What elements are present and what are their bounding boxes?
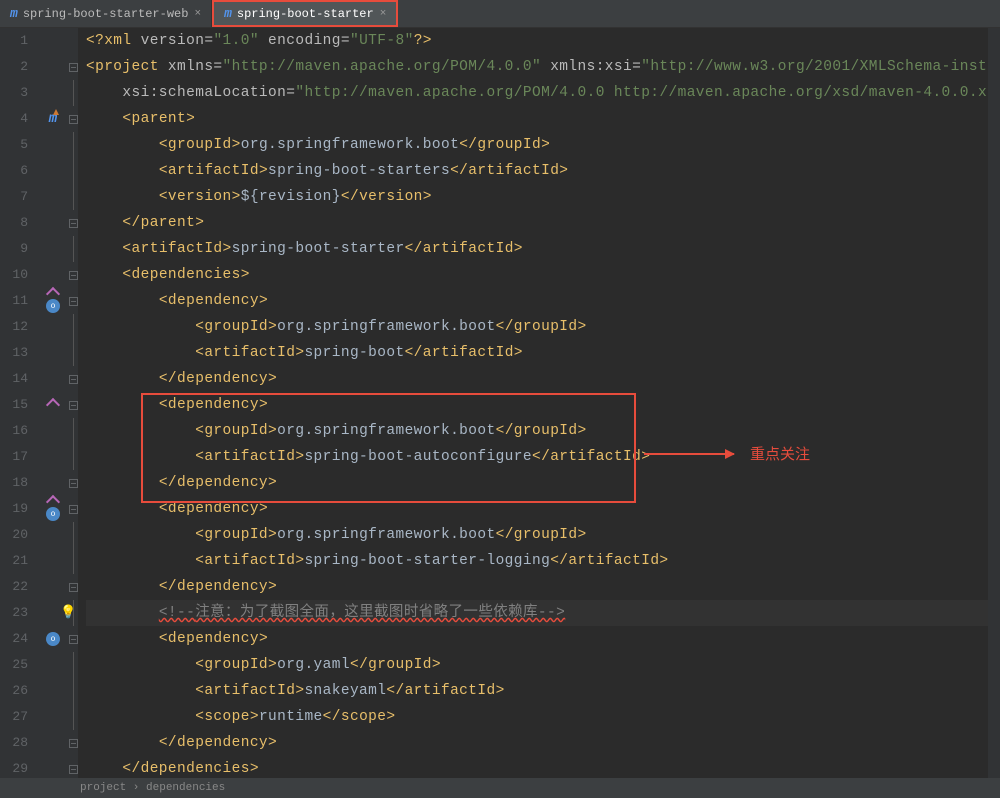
- code-line: <artifactId>spring-boot-autoconfigure</a…: [86, 444, 1000, 470]
- override-icon[interactable]: o: [46, 632, 60, 646]
- override-icon[interactable]: o: [46, 507, 60, 521]
- code-line: <?xml version="1.0" encoding="UTF-8"?>: [86, 28, 1000, 54]
- close-icon[interactable]: ×: [380, 8, 387, 20]
- marker-track[interactable]: [988, 28, 1000, 778]
- fold-toggle[interactable]: [69, 401, 78, 410]
- fold-toggle[interactable]: [69, 63, 78, 72]
- code-line: </dependency>: [86, 574, 1000, 600]
- code-content[interactable]: <?xml version="1.0" encoding="UTF-8"?> <…: [78, 28, 1000, 778]
- code-line: <project xmlns="http://maven.apache.org/…: [86, 54, 1000, 80]
- code-line: <dependencies>: [86, 262, 1000, 288]
- code-line: <parent>: [86, 106, 1000, 132]
- bulb-icon[interactable]: 💡: [60, 600, 77, 626]
- tab-label: spring-boot-starter: [237, 7, 374, 21]
- override-icon[interactable]: o: [46, 299, 60, 313]
- code-line: <artifactId>spring-boot-starters</artifa…: [86, 158, 1000, 184]
- close-icon[interactable]: ×: [194, 8, 201, 20]
- fold-toggle[interactable]: [69, 739, 78, 748]
- code-line: 💡 <!--注意：为了截图全面，这里截图时省略了一些依赖库-->: [86, 600, 1000, 626]
- gutter-icons: m o o o: [38, 28, 68, 778]
- code-line: </dependency>: [86, 366, 1000, 392]
- fold-toggle[interactable]: [69, 375, 78, 384]
- maven-icon: m: [10, 6, 18, 21]
- code-line: <artifactId>spring-boot-starter-logging<…: [86, 548, 1000, 574]
- code-line: <version>${revision}</version>: [86, 184, 1000, 210]
- tab-spring-boot-starter[interactable]: m spring-boot-starter ×: [212, 0, 398, 27]
- code-line: <dependency>: [86, 496, 1000, 522]
- code-line: <artifactId>spring-boot</artifactId>: [86, 340, 1000, 366]
- code-line: <groupId>org.springframework.boot</group…: [86, 522, 1000, 548]
- line-number-gutter: 1 2 3 4 5 6 7 8 9 10 11 12 13 14 15 16 1…: [0, 28, 38, 778]
- code-line: <groupId>org.springframework.boot</group…: [86, 418, 1000, 444]
- fold-gutter: [68, 28, 78, 778]
- code-line: <scope>runtime</scope>: [86, 704, 1000, 730]
- tab-spring-boot-starter-web[interactable]: m spring-boot-starter-web ×: [0, 0, 212, 27]
- code-line: <groupId>org.springframework.boot</group…: [86, 132, 1000, 158]
- fold-toggle[interactable]: [69, 297, 78, 306]
- arrow-up-icon[interactable]: [46, 398, 60, 412]
- fold-toggle[interactable]: [69, 635, 78, 644]
- code-line: <groupId>org.springframework.boot</group…: [86, 314, 1000, 340]
- code-editor[interactable]: 1 2 3 4 5 6 7 8 9 10 11 12 13 14 15 16 1…: [0, 28, 1000, 778]
- code-line: <dependency>: [86, 626, 1000, 652]
- code-line: </dependency>: [86, 730, 1000, 756]
- maven-up-icon[interactable]: m: [49, 111, 57, 127]
- arrow-up-icon[interactable]: [46, 287, 60, 301]
- code-line: <artifactId>snakeyaml</artifactId>: [86, 678, 1000, 704]
- code-line: </parent>: [86, 210, 1000, 236]
- arrow-up-icon[interactable]: [46, 495, 60, 509]
- fold-toggle[interactable]: [69, 583, 78, 592]
- fold-toggle[interactable]: [69, 765, 78, 774]
- code-line: </dependency>: [86, 470, 1000, 496]
- fold-toggle[interactable]: [69, 271, 78, 280]
- code-line: <dependency>: [86, 288, 1000, 314]
- fold-toggle[interactable]: [69, 219, 78, 228]
- fold-toggle[interactable]: [69, 479, 78, 488]
- fold-toggle[interactable]: [69, 115, 78, 124]
- code-line: <groupId>org.yaml</groupId>: [86, 652, 1000, 678]
- maven-icon: m: [224, 6, 232, 21]
- code-line: </dependencies>: [86, 756, 1000, 782]
- editor-tabs: m spring-boot-starter-web × m spring-boo…: [0, 0, 1000, 28]
- tab-label: spring-boot-starter-web: [23, 7, 189, 21]
- code-line: <dependency>: [86, 392, 1000, 418]
- code-line: xsi:schemaLocation="http://maven.apache.…: [86, 80, 1000, 106]
- code-line: <artifactId>spring-boot-starter</artifac…: [86, 236, 1000, 262]
- fold-toggle[interactable]: [69, 505, 78, 514]
